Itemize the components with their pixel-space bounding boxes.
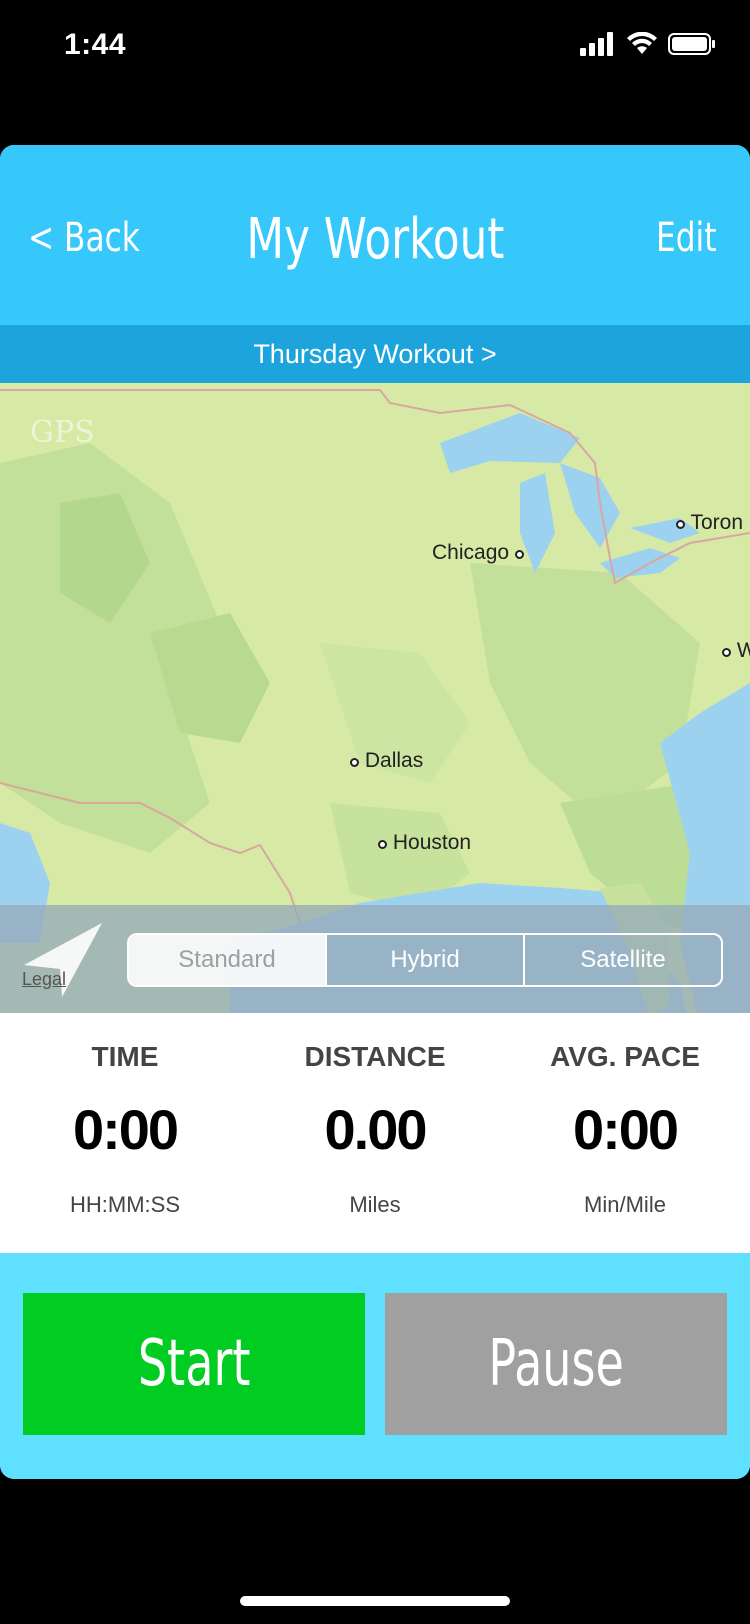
- stat-value: 0:00: [72, 1098, 179, 1161]
- stat-label: TIME: [91, 1041, 159, 1072]
- wifi-icon: [627, 32, 657, 54]
- workout-stats: TIME 0:00 HH:MM:SS DISTANCE 0.00 Miles A…: [0, 1013, 750, 1253]
- workout-selector[interactable]: Thursday Workout >: [0, 325, 750, 383]
- stat-unit: Min/Mile: [584, 1192, 666, 1217]
- pause-button[interactable]: Pause: [385, 1293, 727, 1435]
- city-label-chicago: Chicago: [432, 541, 524, 565]
- page-title: My Workout: [0, 207, 750, 272]
- map-controls: Legal Standard Hybrid Satellite: [0, 905, 750, 1013]
- stat-time: TIME 0:00 HH:MM:SS: [0, 1013, 250, 1253]
- stat-label: AVG. PACE: [550, 1041, 700, 1072]
- city-label-toronto: Toron: [676, 511, 743, 535]
- map-type-hybrid[interactable]: Hybrid: [325, 935, 523, 985]
- workout-controls: Start Pause: [0, 1253, 750, 1479]
- city-name: Houston: [392, 831, 472, 854]
- status-bar: 1:44: [0, 0, 750, 90]
- cellular-signal-icon: [580, 32, 613, 56]
- city-marker-icon: [676, 520, 685, 529]
- city-name: W: [736, 639, 750, 662]
- page-title-text: My Workout: [245, 207, 505, 272]
- stat-label: DISTANCE: [304, 1041, 446, 1072]
- city-marker-icon: [378, 840, 387, 849]
- city-label-dallas: Dallas: [350, 749, 423, 773]
- nav-header: < Back My Workout Edit: [0, 145, 750, 325]
- status-time: 1:44: [64, 28, 127, 61]
- battery-icon: [668, 33, 715, 55]
- city-marker-icon: [722, 648, 731, 657]
- gps-label: GPS: [30, 415, 95, 450]
- stat-unit: Miles: [349, 1192, 401, 1217]
- city-name: Chicago: [432, 541, 510, 564]
- city-label-washington: W: [722, 639, 750, 663]
- start-button[interactable]: Start: [23, 1293, 365, 1435]
- edit-button[interactable]: Edit: [656, 215, 716, 261]
- pause-button-label: Pause: [488, 1327, 624, 1401]
- workout-card: < Back My Workout Edit Thursday Workout …: [0, 145, 750, 1479]
- map-type-selector: Standard Hybrid Satellite: [127, 933, 723, 987]
- home-indicator[interactable]: [240, 1596, 510, 1606]
- stat-unit: HH:MM:SS: [70, 1192, 180, 1217]
- legal-link[interactable]: Legal: [22, 969, 66, 990]
- city-marker-icon: [350, 758, 359, 767]
- stat-pace: AVG. PACE 0:00 Min/Mile: [500, 1013, 750, 1253]
- map-type-satellite[interactable]: Satellite: [523, 935, 721, 985]
- start-button-label: Start: [137, 1327, 251, 1401]
- stat-distance: DISTANCE 0.00 Miles: [250, 1013, 500, 1253]
- city-name: Toron: [690, 511, 743, 534]
- stat-value: 0:00: [572, 1098, 679, 1161]
- city-label-houston: Houston: [378, 831, 471, 855]
- status-icons: [580, 32, 716, 56]
- map-type-standard[interactable]: Standard: [129, 935, 325, 985]
- city-marker-icon: [514, 550, 524, 559]
- city-name: Dallas: [364, 749, 424, 772]
- stat-value: 0.00: [324, 1098, 428, 1161]
